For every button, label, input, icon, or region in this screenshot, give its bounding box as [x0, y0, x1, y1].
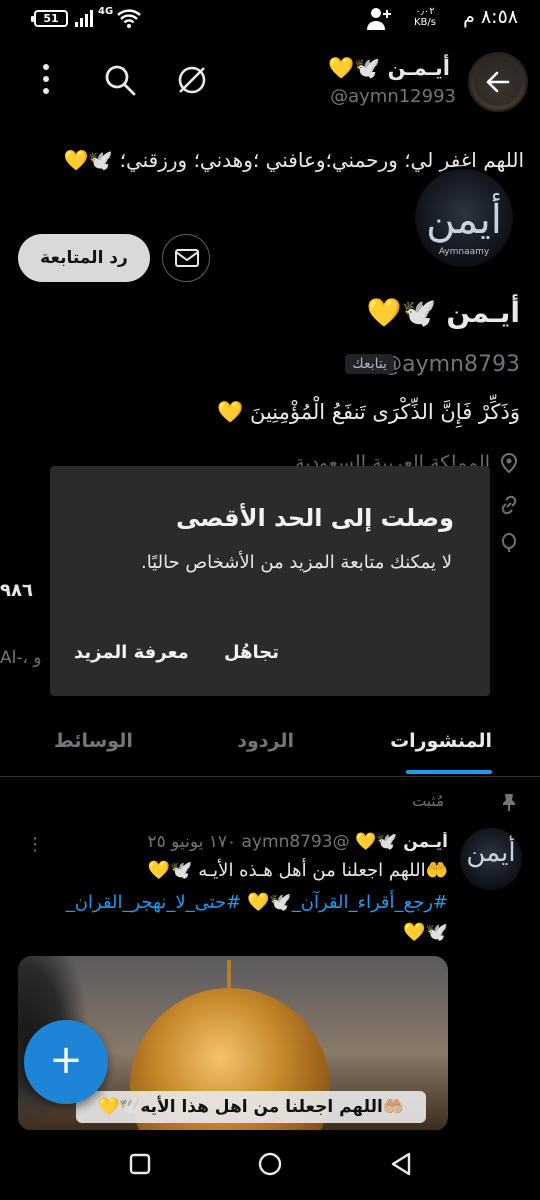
- dialog-message: لا يمكنك متابعة المزيد من الأشخاص حاليًا…: [140, 552, 452, 573]
- post-handle: @aymn8793: [241, 832, 350, 852]
- nav-back-icon[interactable]: [388, 1150, 414, 1178]
- dismiss-button[interactable]: تجاهُل: [224, 642, 279, 663]
- link-icon: [501, 495, 517, 515]
- profile-avatar[interactable]: أيمن Aymnaamy: [412, 166, 516, 270]
- status-time: ٨:٥٨ م: [463, 6, 518, 28]
- status-bar: ٨:٥٨ م ٠٫٠٢ KB/s 51 4G: [0, 0, 540, 36]
- follow-back-button[interactable]: رد المتابعة: [18, 234, 150, 282]
- location-icon: [500, 452, 518, 474]
- balloon-icon: [502, 533, 516, 552]
- stat-count-peek: ٩٨٦: [0, 580, 33, 601]
- post-text-line: 🤲اللهم اجعلنا من أهل هـذه الأيـه 🕊️💛: [147, 860, 448, 881]
- follows-you-badge: يتابعك: [345, 354, 394, 374]
- compose-fab-button[interactable]: +: [24, 1020, 108, 1104]
- post-avatar-logo: أيمن: [466, 838, 516, 868]
- learn-more-button[interactable]: معرفة المزيد: [74, 642, 189, 663]
- pin-icon: [503, 794, 515, 811]
- active-tab-indicator: [406, 770, 492, 774]
- person-add-icon: [367, 8, 391, 30]
- post-hashtags[interactable]: #رجع_أقراء_القرآن_🕊️💛 #حتى_لا_نهجر_القرا…: [66, 892, 448, 913]
- wifi-icon: [117, 9, 141, 28]
- header-display-name: أيـمـن 🕊️💛: [327, 56, 450, 80]
- media-caption: 🤲🏼اللهم اجعلنا من اهل هذا الأيه🕊️💛: [76, 1091, 426, 1123]
- back-arrow-icon: [486, 71, 510, 93]
- back-button[interactable]: [474, 58, 522, 106]
- profile-bio: وَذَكِّرْ فَإِنَّ الذِّكْرَى تَنفَعُ الْ…: [217, 400, 520, 424]
- post-avatar[interactable]: أيمن: [460, 828, 522, 890]
- followers-peek-text: Al-، و: [0, 648, 42, 668]
- profile-handle: @aymn8793: [380, 352, 520, 377]
- avatar-logo-text: أيمن: [426, 197, 502, 243]
- pinned-label: مُثبت: [412, 792, 444, 810]
- nav-recents-icon[interactable]: [128, 1152, 152, 1176]
- post-more-icon[interactable]: ⋮: [26, 834, 44, 855]
- battery-indicator: 51: [31, 10, 68, 27]
- dialog-title: وصلت إلى الحد الأقصى: [175, 504, 454, 532]
- nav-home-icon[interactable]: [256, 1150, 284, 1178]
- search-icon[interactable]: [102, 62, 138, 98]
- data-speed-unit: KB/s: [414, 17, 436, 28]
- tabs-divider: [0, 776, 540, 777]
- data-speed-value: ٠٫٠٢: [415, 6, 435, 17]
- header-handle: @aymn12993: [330, 86, 456, 107]
- signal-icon: [75, 10, 93, 27]
- mail-icon: [175, 249, 199, 267]
- post-header: أيـمن 🕊️💛 @aymn8793 ١٧٠ يونيو ٢٥: [38, 832, 449, 852]
- tab-media[interactable]: الوسائط: [54, 730, 133, 752]
- tab-posts[interactable]: المنشورات: [390, 730, 492, 752]
- limit-reached-dialog: وصلت إلى الحد الأقصى لا يمكنك متابعة الم…: [50, 466, 490, 696]
- grok-slash-icon[interactable]: [174, 62, 210, 98]
- post-author: أيـمن 🕊️💛: [355, 832, 448, 852]
- more-vertical-icon[interactable]: [40, 62, 52, 96]
- post-date: ١٧٠ يونيو ٢٥: [147, 832, 237, 852]
- system-navigation-bar: [0, 1130, 540, 1200]
- message-button[interactable]: [162, 234, 210, 282]
- post-text-line-end: 🕊️💛: [403, 922, 448, 943]
- profile-name: أيـمن 🕊️💛: [366, 296, 520, 329]
- tab-replies[interactable]: الردود: [237, 730, 294, 752]
- network-type: 4G: [98, 6, 114, 17]
- avatar-logo-sub: Aymnaamy: [438, 247, 490, 257]
- data-speed: ٠٫٠٢ KB/s: [414, 6, 436, 28]
